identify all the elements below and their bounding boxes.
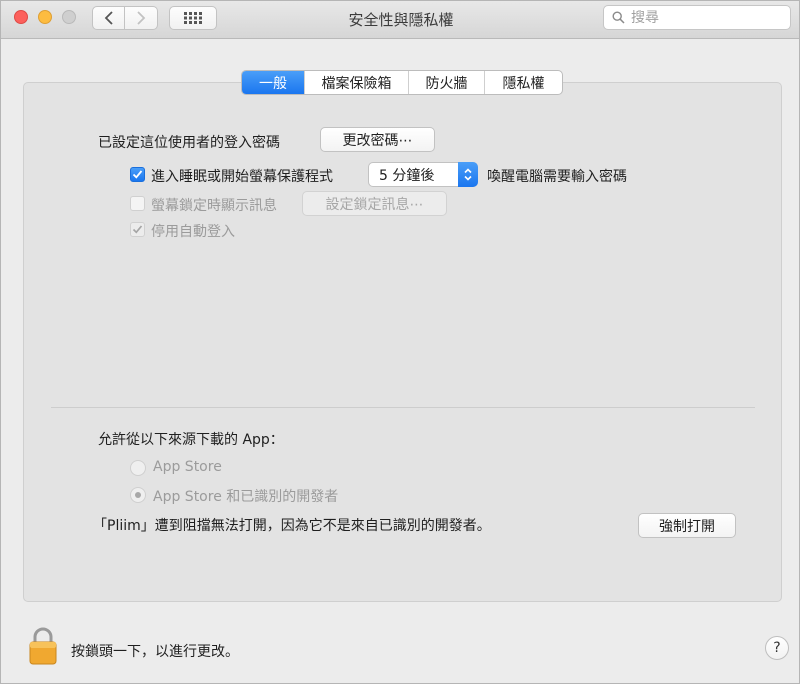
require-password-checkbox[interactable] bbox=[130, 167, 145, 182]
radio-app-store[interactable] bbox=[130, 460, 146, 476]
disable-auto-login-checkbox[interactable] bbox=[130, 222, 145, 237]
lock-message-checkbox[interactable] bbox=[130, 196, 145, 211]
blocked-app-message: 「Pliim」遭到阻擋無法打開，因為它不是來自已識別的開發者。 bbox=[93, 518, 491, 534]
section-divider bbox=[51, 407, 755, 408]
open-anyway-button[interactable]: 強制打開 bbox=[638, 513, 736, 538]
preferences-window: 安全性與隱私權 一般 檔案保險箱 防火牆 隱私權 已設定這位使用者的登入密碼 更… bbox=[0, 0, 800, 684]
search-field[interactable] bbox=[603, 5, 791, 30]
tab-filevault[interactable]: 檔案保險箱 bbox=[304, 71, 408, 94]
checkmark-icon bbox=[132, 170, 143, 179]
radio-app-store-label: App Store bbox=[153, 459, 222, 475]
password-set-label: 已設定這位使用者的登入密碼 bbox=[98, 135, 280, 151]
tab-privacy[interactable]: 隱私權 bbox=[484, 71, 562, 94]
tab-bar: 一般 檔案保險箱 防火牆 隱私權 bbox=[241, 70, 563, 95]
set-lock-message-button[interactable]: 設定鎖定訊息⋯ bbox=[302, 191, 447, 216]
select-arrows-icon bbox=[458, 162, 478, 187]
title-bar: 安全性與隱私權 bbox=[1, 1, 799, 39]
help-button[interactable]: ? bbox=[765, 636, 789, 660]
lock-message-label: 螢幕鎖定時顯示訊息 bbox=[151, 198, 277, 214]
password-delay-select[interactable]: 5 分鐘後 bbox=[368, 162, 478, 187]
password-delay-value: 5 分鐘後 bbox=[379, 167, 435, 184]
search-icon bbox=[612, 11, 625, 24]
tab-firewall[interactable]: 防火牆 bbox=[408, 71, 484, 94]
require-password-label: 進入睡眠或開始螢幕保護程式 bbox=[151, 169, 333, 185]
require-password-suffix: 喚醒電腦需要輸入密碼 bbox=[487, 169, 627, 185]
radio-app-store-identified[interactable] bbox=[130, 487, 146, 503]
download-sources-heading: 允許從以下來源下載的 App： bbox=[98, 432, 284, 448]
checkmark-icon bbox=[132, 225, 143, 234]
change-password-button[interactable]: 更改密碼⋯ bbox=[320, 127, 435, 152]
lock-instruction-text: 按鎖頭一下，以進行更改。 bbox=[71, 644, 239, 660]
disable-auto-login-label: 停用自動登入 bbox=[151, 224, 235, 240]
radio-selected-dot bbox=[135, 492, 141, 498]
tab-general[interactable]: 一般 bbox=[242, 71, 304, 94]
search-input[interactable] bbox=[631, 9, 781, 26]
radio-app-store-identified-label: App Store 和已識別的開發者 bbox=[153, 489, 339, 505]
lock-icon[interactable] bbox=[28, 627, 58, 665]
